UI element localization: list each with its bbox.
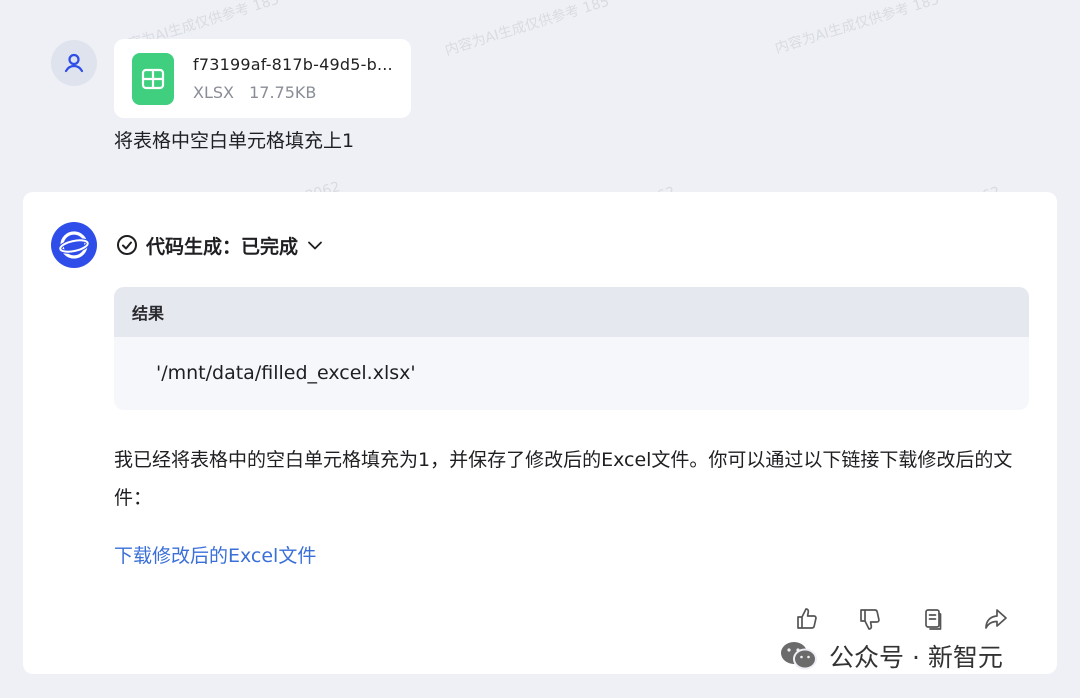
code-result-box: 结果 '/mnt/data/filled_excel.xlsx'	[114, 287, 1029, 410]
share-icon[interactable]	[981, 604, 1011, 634]
file-attachment-card[interactable]: f73199af-817b-49d5-b... XLSX 17.75KB	[114, 39, 411, 118]
file-size: 17.75KB	[249, 83, 317, 102]
wechat-icon	[781, 642, 817, 670]
spreadsheet-icon	[132, 53, 174, 105]
wechat-brand-watermark: 公众号 · 新智元	[779, 638, 1003, 674]
copy-icon[interactable]	[918, 604, 948, 634]
chevron-down-icon	[308, 241, 322, 250]
check-circle-icon	[117, 235, 137, 255]
assistant-logo-icon	[58, 231, 90, 259]
brand-text: 公众号 · 新智元	[829, 643, 1003, 672]
watermark-text: 内容为AI生成仅供参考 185****8062	[443, 0, 672, 59]
assistant-answer-text: 我已经将表格中的空白单元格填充为1，并保存了修改后的Excel文件。你可以通过以…	[114, 449, 1013, 509]
assistant-avatar	[51, 222, 97, 268]
message-actions	[792, 604, 1011, 634]
file-meta: XLSX 17.75KB	[193, 83, 316, 102]
file-type: XLSX	[193, 83, 234, 102]
watermark-text: 内容为AI生成仅供参考 185****8062	[773, 0, 1002, 57]
thumbs-down-icon[interactable]	[855, 604, 885, 634]
user-message-text: 将表格中空白单元格填充上1	[114, 130, 355, 152]
assistant-message-card	[23, 192, 1057, 674]
thumbs-up-icon[interactable]	[792, 604, 822, 634]
code-status-text: 代码生成：已完成	[146, 235, 299, 258]
result-value: '/mnt/data/filled_excel.xlsx'	[156, 362, 416, 384]
result-header: 结果	[114, 287, 1029, 337]
user-avatar	[51, 40, 97, 86]
file-name: f73199af-817b-49d5-b...	[193, 55, 393, 74]
code-status-toggle[interactable]: 代码生成：已完成	[116, 231, 324, 259]
download-link[interactable]: 下载修改后的Excel文件	[114, 541, 316, 568]
user-icon	[64, 53, 84, 73]
